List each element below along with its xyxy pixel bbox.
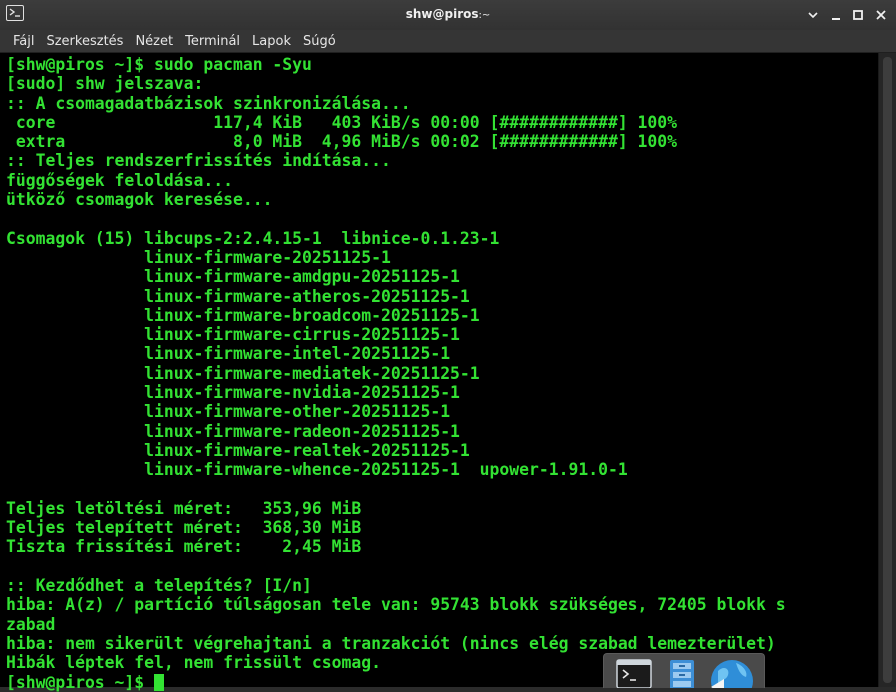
maximize-button[interactable] — [851, 7, 865, 21]
terminal-line: linux-firmware-intel-20251125-1 — [6, 344, 451, 364]
shade-button[interactable] — [806, 7, 820, 21]
terminal-line: ütköző csomagok keresése... — [6, 190, 273, 210]
terminal-line: :: Teljes rendszerfrissítés indítása... — [6, 151, 391, 171]
terminal-line: core 117,4 KiB 403 KiB/s 00:00 [########… — [6, 112, 678, 132]
terminal-line: hiba: A(z) / partíció túlságosan tele va… — [6, 595, 786, 615]
terminal-line: linux-firmware-radeon-20251125-1 — [6, 421, 460, 441]
terminal-line: linux-firmware-realtek-20251125-1 — [6, 440, 470, 460]
minimize-icon — [832, 18, 840, 20]
close-button[interactable] — [874, 7, 888, 21]
maximize-icon — [853, 10, 863, 20]
dock-file-manager-launcher[interactable] — [662, 657, 702, 690]
terminal-line: Csomagok (15) libcups-2:2.4.15-1 libnice… — [6, 228, 500, 248]
chevron-down-icon — [808, 12, 818, 19]
window-title-suffix: :~ — [478, 10, 491, 21]
terminal-icon — [616, 659, 652, 689]
terminal-line: :: Kezdődhet a telepítés? [I/n] — [6, 576, 312, 596]
minimize-button[interactable] — [829, 7, 843, 21]
window-title-text: shw@piros — [405, 7, 479, 21]
terminal-line: linux-firmware-cirrus-20251125-1 — [6, 325, 460, 345]
terminal-line: linux-firmware-broadcom-20251125-1 — [6, 305, 480, 325]
text-cursor — [154, 673, 165, 691]
terminal-line: Teljes letöltési méret: 353,96 MiB — [6, 498, 362, 518]
terminal-line: hiba: nem sikerült végrehajtani a tranza… — [6, 633, 776, 653]
terminal-line: függőségek feloldása... — [6, 170, 233, 190]
menu-file[interactable]: Fájl — [7, 31, 40, 49]
dock-browser-launcher[interactable] — [710, 657, 753, 692]
terminal-output: [shw@piros ~]$ sudo pacman -Syu [sudo] s… — [6, 55, 786, 692]
menu-view[interactable]: Nézet — [129, 31, 179, 49]
terminal-line: :: A csomagadatbázisok szinkronizálása..… — [6, 93, 411, 113]
window-title: shw@piros:~ — [0, 7, 896, 21]
terminal-area[interactable]: [shw@piros ~]$ sudo pacman -Syu [sudo] s… — [0, 53, 878, 692]
terminal-line: linux-firmware-mediatek-20251125-1 — [6, 363, 480, 383]
menu-bar: Fájl Szerkesztés Nézet Terminál Lapok Súgó — [0, 30, 896, 53]
terminal-line: zabad — [6, 614, 56, 634]
menu-edit[interactable]: Szerkesztés — [40, 31, 129, 49]
terminal-line: linux-firmware-amdgpu-20251125-1 — [6, 267, 460, 287]
terminal-line: [shw@piros ~]$ sudo pacman -Syu — [6, 55, 312, 74]
prompt: [shw@piros ~]$ — [6, 672, 155, 692]
terminal-line: linux-firmware-whence-20251125-1 upower-… — [6, 460, 628, 480]
close-icon — [876, 10, 886, 20]
scrollbar-thumb[interactable] — [883, 57, 892, 683]
menu-help[interactable]: Súgó — [297, 31, 342, 49]
vertical-scrollbar[interactable] — [878, 53, 896, 687]
terminal-line: [sudo] shw jelszava: — [6, 74, 204, 94]
terminal-line: linux-firmware-nvidia-20251125-1 — [6, 383, 460, 403]
dock-terminal-launcher[interactable] — [614, 657, 654, 689]
terminal-line: extra 8,0 MiB 4,96 MiB/s 00:02 [########… — [6, 132, 678, 152]
dock-panel — [603, 653, 765, 692]
menu-tabs[interactable]: Lapok — [246, 31, 297, 49]
terminal-line: linux-firmware-other-20251125-1 — [6, 402, 451, 422]
terminal-line: linux-firmware-atheros-20251125-1 — [6, 286, 470, 306]
file-manager-icon — [670, 660, 694, 690]
terminal-line: linux-firmware-20251125-1 — [6, 247, 391, 267]
terminal-line: Teljes telepített méret: 368,30 MiB — [6, 518, 362, 538]
terminal-line: Hibák léptek fel, nem frissült csomag. — [6, 653, 381, 673]
terminal-line: Tiszta frissítési méret: 2,45 MiB — [6, 537, 362, 557]
menu-terminal[interactable]: Terminál — [179, 31, 246, 49]
browser-globe-icon — [711, 660, 753, 692]
title-bar[interactable]: shw@piros:~ — [0, 0, 896, 30]
